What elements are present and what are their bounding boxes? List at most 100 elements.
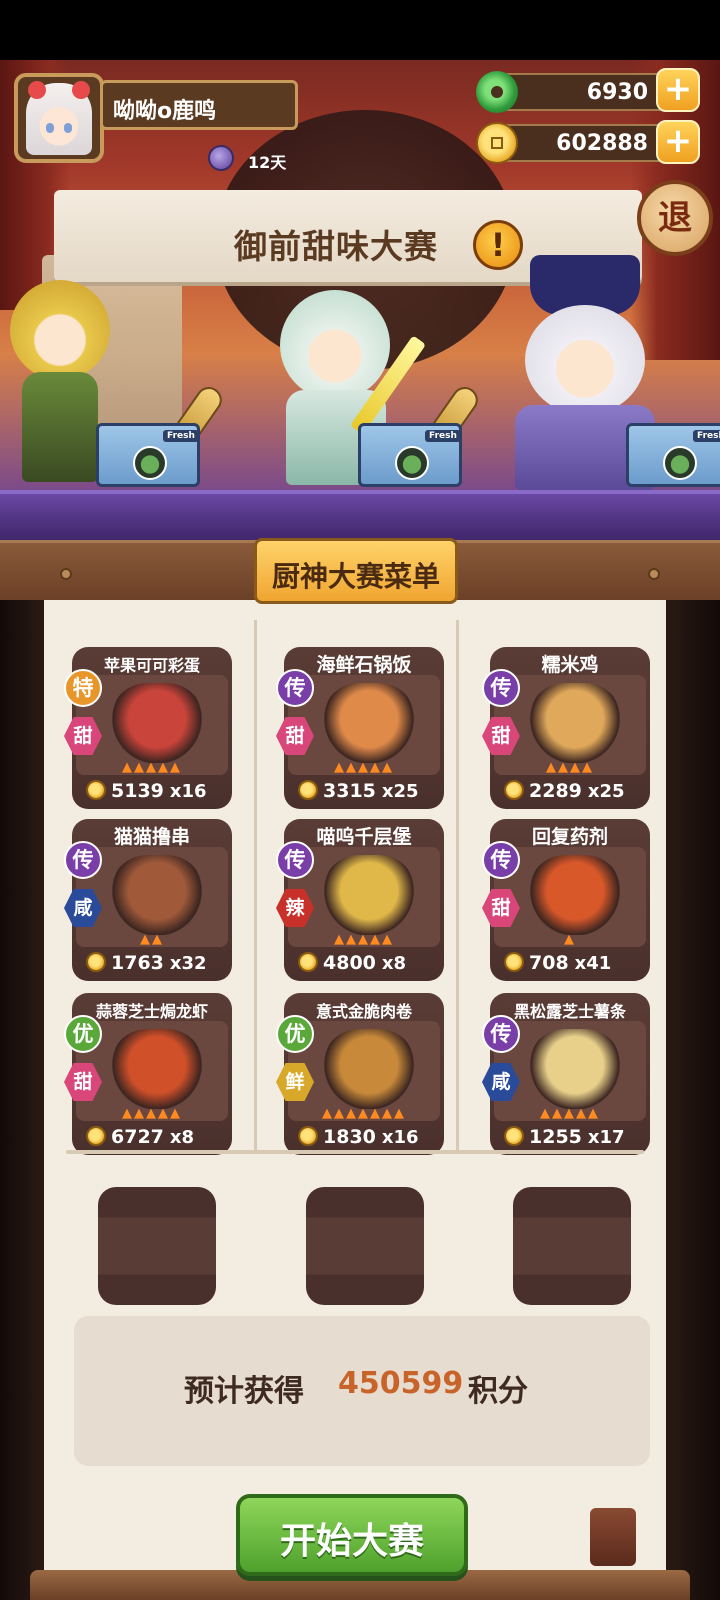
sticky-rice-chicken-icon bbox=[530, 683, 620, 763]
dish-slot-empty-1[interactable] bbox=[98, 1187, 216, 1305]
coin-icon bbox=[476, 122, 518, 164]
estimate-value: 450599 bbox=[338, 1366, 464, 1401]
coin-amount: 602888 bbox=[556, 131, 648, 156]
dish-name: 回复药剂 bbox=[531, 826, 608, 848]
heat-level-icons: ▲ bbox=[564, 932, 576, 947]
cat-logo-icon bbox=[395, 446, 429, 480]
cooking-counter-3: Fresh bbox=[626, 423, 720, 487]
dish-price-row: 4800 x8 bbox=[298, 952, 448, 978]
layered-burger-icon bbox=[324, 855, 414, 935]
rarity-badge: 传 bbox=[276, 669, 314, 707]
potion-bottle-icon bbox=[530, 855, 620, 935]
rarity-badge: 传 bbox=[482, 1015, 520, 1053]
dish-price: 6727 bbox=[111, 1126, 164, 1148]
dish-name: 苹果可可彩蛋 bbox=[103, 656, 200, 675]
dish-name: 糯米鸡 bbox=[541, 654, 599, 676]
dish-slot-empty-2[interactable] bbox=[306, 1187, 424, 1305]
board-bolt-icon bbox=[60, 568, 72, 580]
side-panel-left bbox=[0, 600, 44, 1600]
dish-card-8[interactable]: 意式金脆肉卷 优 鲜 ▲▲▲▲▲▲▲ 1830 x16 bbox=[276, 993, 444, 1155]
menu-divider bbox=[66, 1150, 644, 1154]
player-avatar[interactable] bbox=[14, 73, 104, 163]
coin-icon bbox=[298, 780, 318, 800]
dish-count: x25 bbox=[381, 781, 419, 802]
rarity-badge: 传 bbox=[482, 841, 520, 879]
chef-left-head bbox=[10, 280, 110, 380]
status-bar-area bbox=[0, 0, 720, 60]
exit-button[interactable]: 退 bbox=[637, 180, 713, 256]
avatar-eye-right bbox=[64, 123, 72, 133]
heat-level-icons: ▲▲▲▲▲ bbox=[122, 1106, 182, 1121]
heat-level-icons: ▲▲▲▲▲▲▲ bbox=[322, 1106, 406, 1121]
dish-card-9[interactable]: 黑松露芝士薯条 传 咸 ▲▲▲▲▲ 1255 x17 bbox=[482, 993, 650, 1155]
jade-amount: 6930 bbox=[586, 80, 648, 105]
dish-card-3[interactable]: 糯米鸡 传 甜 ▲▲▲▲ 2289 x25 bbox=[482, 647, 650, 809]
dish-count: x16 bbox=[381, 1127, 419, 1148]
game-screen: 呦呦o鹿鸣 12天 6930 + 602888 + 御前甜味大赛 ! 退 Fre… bbox=[0, 0, 720, 1600]
dish-price-row: 1763 x32 bbox=[86, 952, 236, 978]
dish-price-row: 5139 x16 bbox=[86, 780, 236, 806]
coin-icon bbox=[504, 780, 524, 800]
dish-name: 黑松露芝士薯条 bbox=[513, 1002, 626, 1021]
cooking-counter-1: Fresh bbox=[96, 423, 200, 487]
dish-price-row: 708 x41 bbox=[504, 952, 654, 978]
dish-price: 2289 bbox=[529, 780, 582, 802]
dish-price: 4800 bbox=[323, 952, 376, 974]
estimated-score-panel: 预计获得 450599 积分 bbox=[74, 1316, 650, 1466]
player-name-bar[interactable]: 呦呦o鹿鸣 bbox=[100, 80, 298, 130]
dish-price-row: 1255 x17 bbox=[504, 1126, 654, 1152]
dish-price-row: 3315 x25 bbox=[298, 780, 448, 806]
dish-card-1[interactable]: 苹果可可彩蛋 特 甜 ▲▲▲▲▲ 5139 x16 bbox=[64, 647, 232, 809]
board-bolt-icon bbox=[648, 568, 660, 580]
dish-slot-empty-3[interactable] bbox=[513, 1187, 631, 1305]
dish-card-7[interactable]: 蒜蓉芝士焗龙虾 优 甜 ▲▲▲▲▲ 6727 x8 bbox=[64, 993, 232, 1155]
dish-name: 意式金脆肉卷 bbox=[315, 1002, 412, 1021]
dish-card-5[interactable]: 喵呜千层堡 传 辣 ▲▲▲▲▲ 4800 x8 bbox=[276, 819, 444, 981]
dish-card-4[interactable]: 猫猫撸串 传 咸 ▲▲ 1763 x32 bbox=[64, 819, 232, 981]
estimate-unit: 积分 bbox=[468, 1374, 528, 1409]
days-count: 12天 bbox=[248, 153, 287, 172]
stone-pot-rice-icon bbox=[324, 683, 414, 763]
apple-dessert-icon bbox=[112, 683, 202, 763]
coin-icon bbox=[86, 952, 106, 972]
coin-icon bbox=[86, 1126, 106, 1146]
coin-icon bbox=[298, 1126, 318, 1146]
fresh-label: Fresh bbox=[425, 430, 461, 442]
chef-left-body bbox=[22, 372, 98, 482]
dish-card-6[interactable]: 回复药剂 传 甜 ▲ 708 x41 bbox=[482, 819, 650, 981]
fresh-label: Fresh bbox=[163, 430, 199, 442]
meat-roll-icon bbox=[324, 1029, 414, 1109]
dish-name: 喵呜千层堡 bbox=[316, 826, 412, 848]
rarity-badge: 优 bbox=[64, 1015, 102, 1053]
dish-name: 猫猫撸串 bbox=[113, 826, 190, 848]
dish-name: 蒜蓉芝士焗龙虾 bbox=[95, 1002, 208, 1021]
rarity-badge: 传 bbox=[276, 841, 314, 879]
lobster-icon bbox=[112, 1029, 202, 1109]
player-name: 呦呦o鹿鸣 bbox=[113, 99, 217, 124]
heat-level-icons: ▲▲ bbox=[140, 932, 164, 947]
calendar-badge-icon bbox=[208, 145, 234, 171]
dish-card-2[interactable]: 海鲜石锅饭 传 甜 ▲▲▲▲▲ 3315 x25 bbox=[276, 647, 444, 809]
utensil-holder-icon bbox=[590, 1508, 636, 1566]
skewers-icon bbox=[112, 855, 202, 935]
start-contest-label: 开始大赛 bbox=[279, 1521, 424, 1562]
chef-right-head bbox=[525, 305, 645, 415]
dish-count: x17 bbox=[587, 1127, 625, 1148]
start-contest-button[interactable]: 开始大赛 bbox=[236, 1494, 468, 1576]
heat-level-icons: ▲▲▲▲▲ bbox=[122, 760, 182, 775]
rarity-badge: 传 bbox=[482, 669, 520, 707]
dish-price: 1255 bbox=[529, 1126, 582, 1148]
dish-price: 1763 bbox=[111, 952, 164, 974]
dish-price: 1830 bbox=[323, 1126, 376, 1148]
column-divider bbox=[456, 620, 459, 1150]
add-coins-button[interactable]: + bbox=[656, 120, 700, 164]
dish-price-row: 6727 x8 bbox=[86, 1126, 236, 1152]
add-jade-button[interactable]: + bbox=[656, 68, 700, 112]
dish-price: 3315 bbox=[323, 780, 376, 802]
dish-count: x32 bbox=[169, 953, 207, 974]
dish-price: 5139 bbox=[111, 780, 164, 802]
rarity-badge: 传 bbox=[64, 841, 102, 879]
cat-logo-icon bbox=[133, 446, 167, 480]
side-panel-right bbox=[666, 600, 720, 1600]
fresh-label: Fresh bbox=[693, 430, 720, 442]
